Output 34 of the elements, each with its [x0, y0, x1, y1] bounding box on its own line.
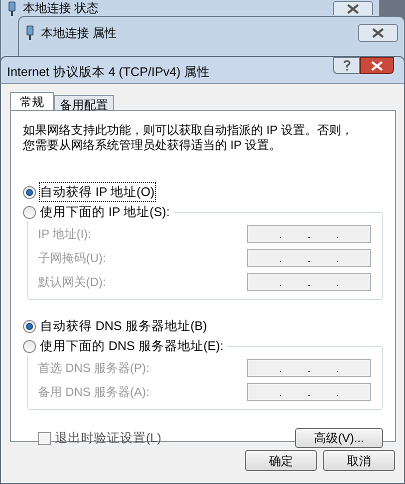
window-title: 本地连接 状态 [23, 1, 98, 15]
radio-label[interactable]: 使用下面的 IP 地址(S): [40, 202, 170, 222]
field-label: 首选 DNS 服务器(P): [38, 360, 150, 377]
help-button[interactable] [333, 57, 360, 74]
field-label: 子网掩码(U): [38, 250, 106, 267]
window-title: Internet 协议版本 4 (TCP/IPv4) 属性 [7, 64, 210, 81]
advanced-button[interactable]: 高级(V)... [295, 428, 383, 448]
field-label: 备用 DNS 服务器(A): [38, 384, 150, 401]
network-adapter-icon [7, 1, 17, 17]
close-icon [372, 28, 384, 38]
field-label: 默认网关(D): [38, 274, 106, 291]
close-button[interactable] [360, 57, 394, 74]
dialog-button[interactable]: 确定 [245, 450, 317, 471]
description-text: 如果网络支持此功能，则可以获取自动指派的 IP 设置。否则， [23, 123, 353, 138]
radio-button[interactable] [23, 320, 36, 332]
close-button[interactable] [358, 24, 398, 42]
checkbox-label[interactable]: 退出时验证设置(L) [55, 428, 162, 448]
radio-button[interactable] [23, 186, 36, 198]
close-icon [371, 60, 383, 70]
radio-button[interactable] [23, 206, 36, 218]
checkbox[interactable] [38, 432, 51, 444]
window-title: 本地连接 属性 [41, 26, 116, 40]
field-label: IP 地址(I): [38, 226, 92, 243]
tab[interactable]: 常规 [10, 92, 54, 110]
help-icon [342, 60, 350, 71]
radio-label[interactable]: 使用下面的 DNS 服务器地址(E): [40, 336, 224, 356]
radio-button[interactable] [23, 340, 36, 352]
close-icon [347, 4, 359, 14]
close-button[interactable] [333, 1, 373, 15]
network-adapter-icon [25, 24, 35, 40]
radio-label[interactable]: 自动获得 DNS 服务器地址(B) [40, 316, 207, 336]
description-text: 您需要从网络系统管理员处获得适当的 IP 设置。 [23, 138, 281, 153]
dialog-button[interactable]: 取消 [323, 450, 395, 471]
tab[interactable]: 备用配置 [54, 95, 114, 110]
